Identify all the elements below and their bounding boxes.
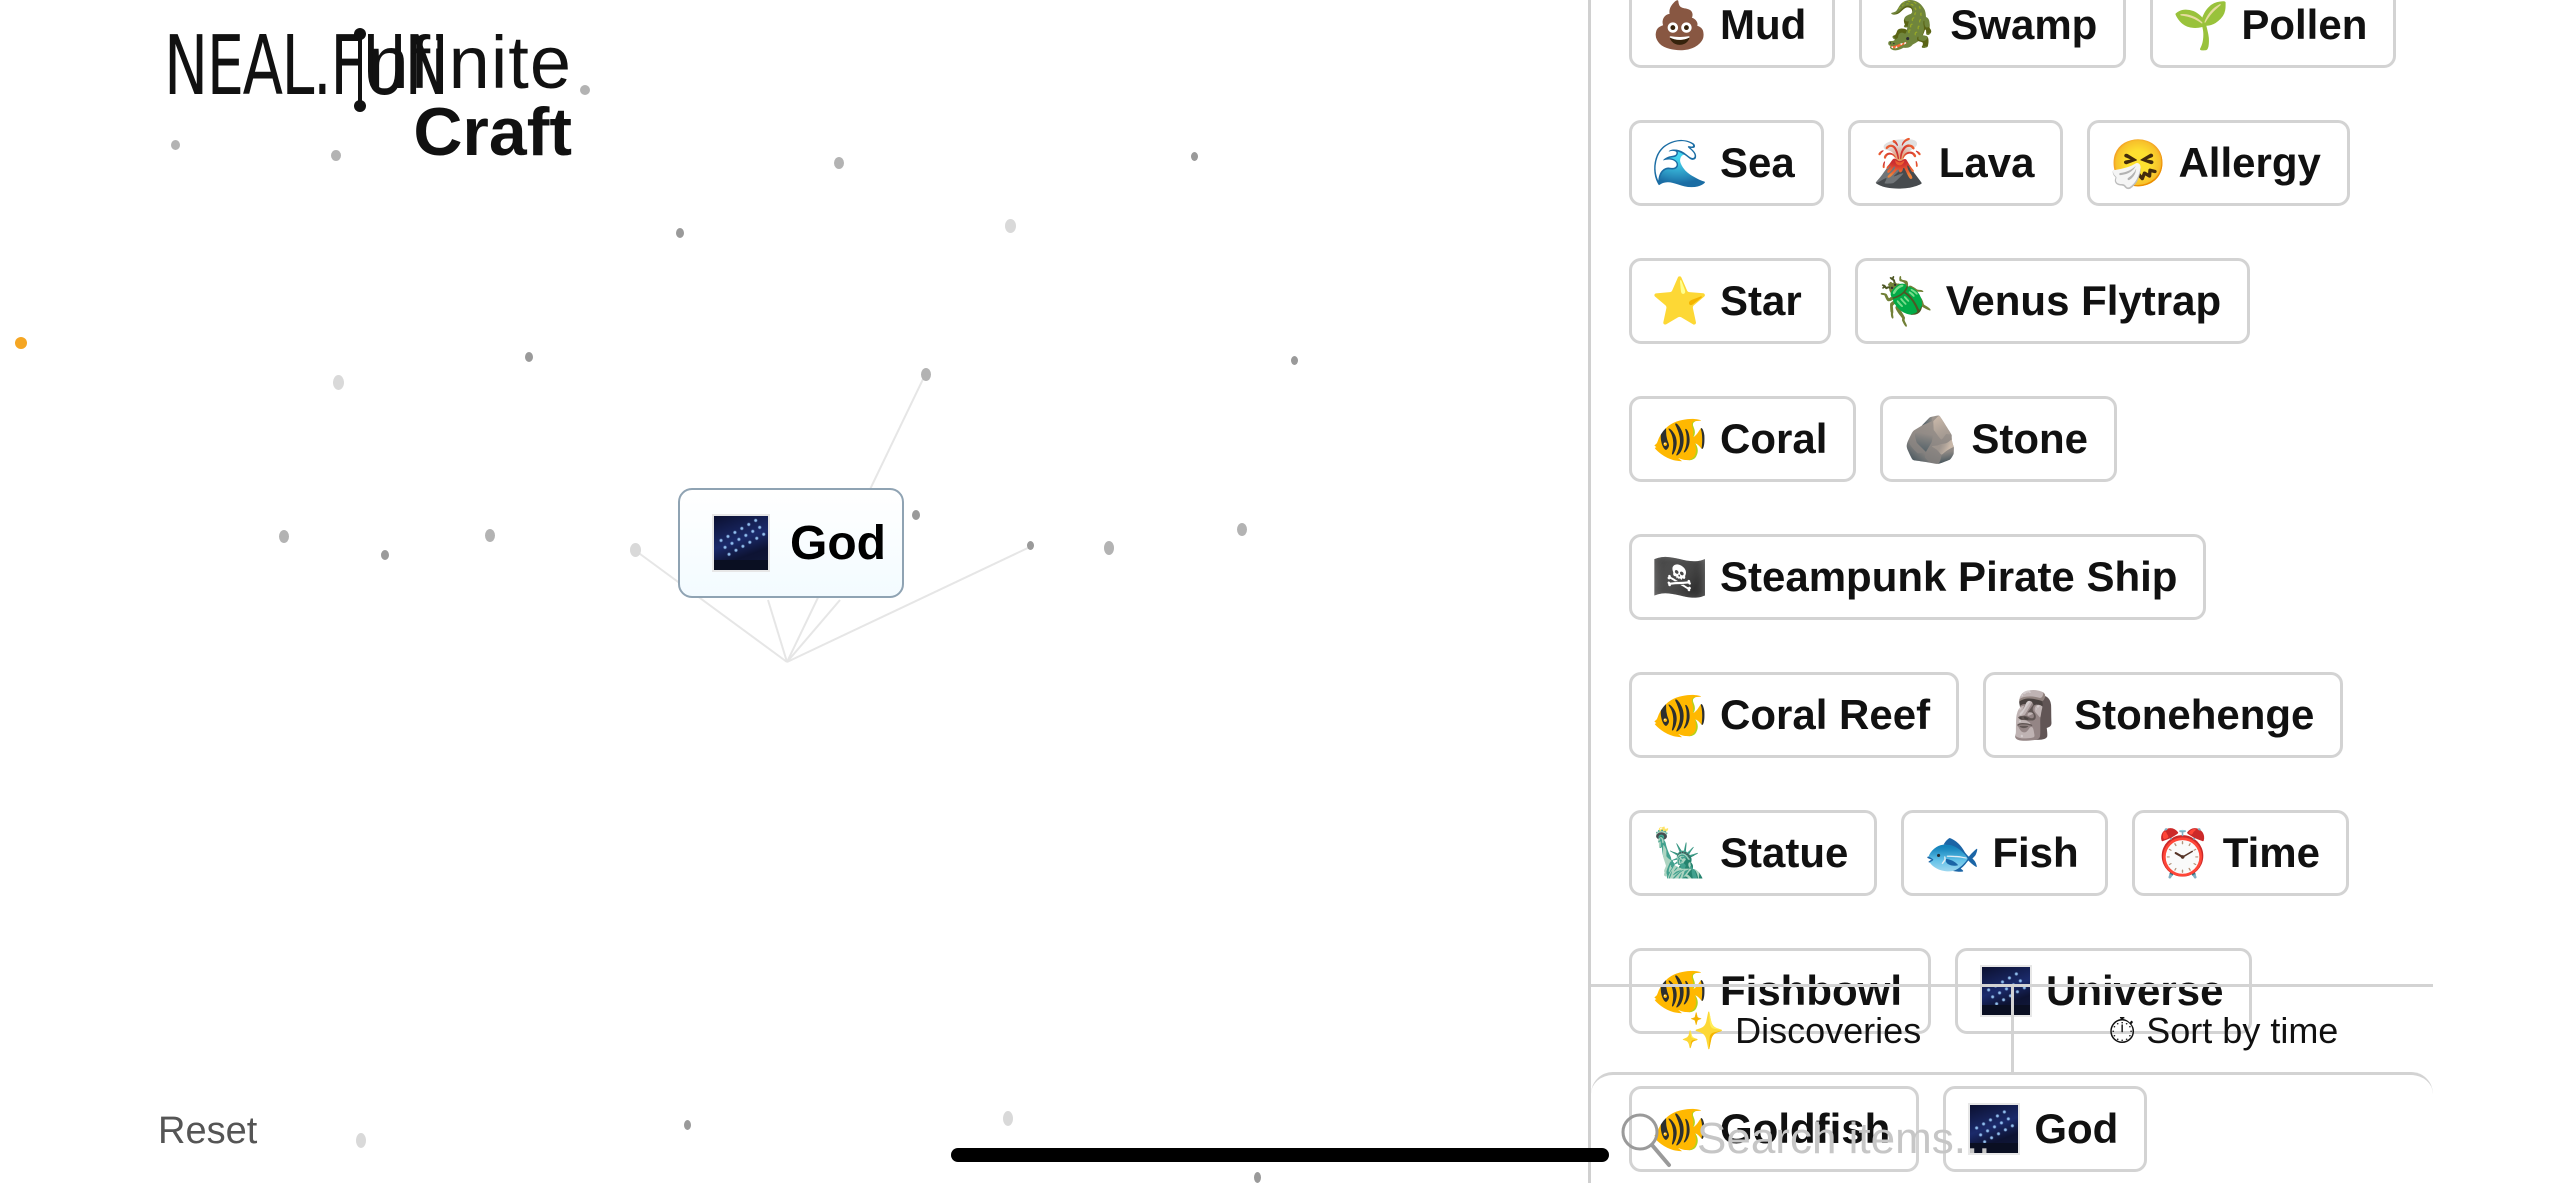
wave-icon: 🌊 [1651,137,1709,189]
placed-item-label: God [790,516,886,570]
beetle-icon: 🪲 [1877,275,1935,327]
particle-dot [356,1133,366,1148]
particle-dot [381,550,389,560]
particle-dot [684,1120,691,1130]
home-indicator[interactable] [951,1148,1609,1162]
particle-dot [1237,523,1247,536]
particle-dot [1191,152,1198,161]
item-label: Steampunk Pirate Ship [1720,553,2178,600]
tropical-fish-icon: 🐠 [1651,413,1709,465]
particle-dot [1005,219,1016,233]
particle-dot [525,352,533,362]
tropical-fish-icon: 🐠 [1651,689,1709,741]
item-chip-mud[interactable]: 💩 Mud [1629,0,1836,68]
milky-way-icon [712,514,770,572]
item-chip-stone[interactable]: 🪨 Stone [1880,396,2118,482]
particle-dot [279,530,289,543]
item-label: Lava [1938,139,2035,186]
sparkles-icon: ✨ [1680,1010,1726,1051]
particle-dot [676,228,684,238]
item-chip-swamp[interactable]: 🐊 Swamp [1859,0,2127,68]
item-chip-stonehenge[interactable]: 🗿 Stonehenge [1983,672,2344,758]
crocodile-icon: 🐊 [1881,0,1939,51]
item-chip-sea[interactable]: 🌊 Sea [1629,120,1824,206]
item-label: Allergy [2178,139,2321,186]
alarm-clock-icon: ⏰ [2154,827,2212,879]
particle-dot [1104,541,1114,555]
seedling-icon: 🌱 [2172,0,2230,51]
particle-dot [1027,541,1034,550]
item-chip-statue[interactable]: 🗽 Statue [1629,810,1878,896]
item-label: Coral Reef [1720,691,1931,738]
connection-line [767,599,788,663]
star-icon: ⭐ [1651,275,1709,327]
item-label: Time [2222,829,2320,876]
connection-line [786,599,841,663]
particle-dot [912,510,920,520]
pile-of-poo-icon: 💩 [1651,0,1709,51]
crafting-canvas[interactable]: NEAL.FUN nfinite Craft God Reset [0,0,1588,1183]
item-label: Fish [1992,829,2079,876]
sidebar-tabs: ✨ Discoveries ⏱ Sort by time [1591,984,2433,1075]
particle-dot [1291,356,1298,365]
placed-item-god[interactable]: God [678,488,904,598]
item-label: Stonehenge [2074,691,2315,738]
particle-dot [1254,1172,1261,1183]
item-label: Mud [1720,1,1807,48]
item-chip-allergy[interactable]: 🤧 Allergy [2087,120,2350,206]
item-chip-lava[interactable]: 🌋 Lava [1847,120,2064,206]
particle-dot [834,157,844,169]
item-label: Stone [1971,415,2089,462]
sort-by-time-button[interactable]: ⏱ Sort by time [2010,987,2434,1075]
particle-dot [331,150,341,161]
sneezing-face-icon: 🤧 [2109,137,2168,189]
rock-icon: 🪨 [1902,413,1960,465]
search-icon [1621,1113,1671,1167]
item-label: Statue [1720,829,1849,876]
item-label: Sea [1720,139,1795,186]
particle-dot [921,368,931,381]
item-chip-venus-flytrap[interactable]: 🪲 Venus Flytrap [1854,258,2251,344]
discoveries-button[interactable]: ✨ Discoveries [1591,987,2011,1075]
particle-dot [580,85,590,95]
item-chip-coral[interactable]: 🐠 Coral [1629,396,1857,482]
particle-dot [485,529,495,542]
sort-label: Sort by time [2146,1010,2339,1051]
particle-dot [171,140,180,150]
item-chip-pollen[interactable]: 🌱 Pollen [2150,0,2397,68]
discoveries-label: Discoveries [1735,1010,1922,1051]
pirate-flag-icon: 🏴‍☠️ [1651,551,1709,603]
stopwatch-icon: ⏱ [2108,1009,2137,1051]
item-chip-time[interactable]: ⏰ Time [2131,810,2349,896]
item-chip-coral-reef[interactable]: 🐠 Coral Reef [1629,672,1960,758]
particle-dot-accent [15,337,27,349]
item-label: Pollen [2241,1,2368,48]
reset-button[interactable]: Reset [158,1110,257,1153]
item-label: Venus Flytrap [1945,277,2222,324]
statue-of-liberty-icon: 🗽 [1651,827,1709,879]
item-label: Star [1720,277,1802,324]
particle-dot [630,543,641,557]
fish-icon: 🐟 [1923,827,1981,879]
particle-dot [333,375,344,390]
item-label: Swamp [1950,1,2098,48]
item-chip-fish[interactable]: 🐟 Fish [1901,810,2108,896]
volcano-icon: 🌋 [1870,137,1928,189]
moai-icon: 🗿 [2005,689,2063,741]
item-label: Coral [1720,415,1828,462]
item-chip-star[interactable]: ⭐ Star [1629,258,1831,344]
items-sidebar[interactable]: 💩 Mud 🐊 Swamp 🌱 Pollen 🌊 Sea 🌋 Lava 🤧 Allergy … [1588,0,2433,1183]
item-chip-steampunk-pirate-ship[interactable]: 🏴‍☠️ Steampunk Pirate Ship [1629,534,2207,620]
search-input[interactable] [1695,1112,2399,1165]
particle-dot [1003,1111,1013,1126]
